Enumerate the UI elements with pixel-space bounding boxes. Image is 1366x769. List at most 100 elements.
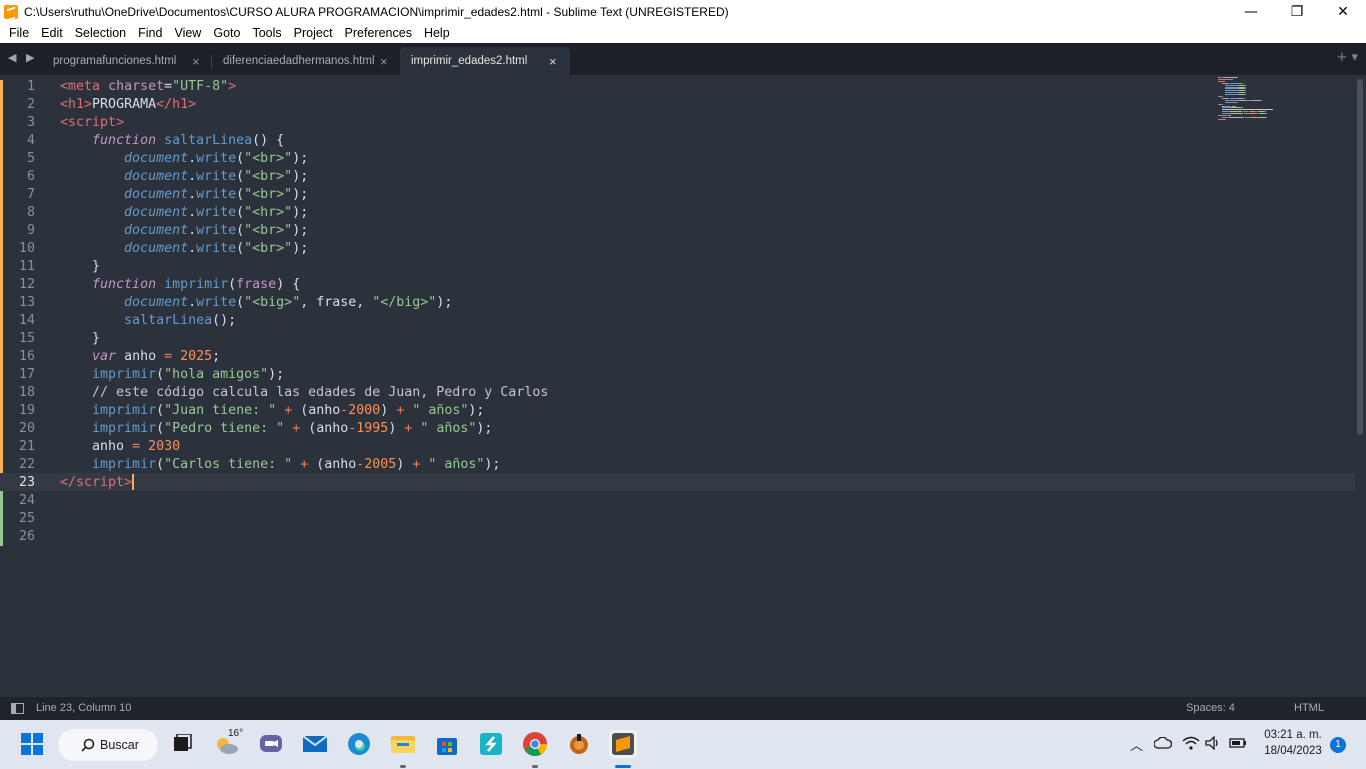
restore-button[interactable]: ❐ — [1274, 0, 1320, 23]
search-box[interactable]: Buscar — [58, 729, 158, 761]
menu-view[interactable]: View — [168, 26, 207, 40]
store-icon[interactable] — [433, 730, 461, 758]
minimap-line — [1229, 107, 1242, 109]
scrollbar-thumb[interactable] — [1357, 79, 1363, 435]
mail-icon[interactable] — [301, 730, 329, 758]
wifi-icon[interactable] — [1182, 736, 1200, 750]
menu-project[interactable]: Project — [288, 26, 339, 40]
code-line[interactable]: 16 var anho = 2025; — [0, 347, 1355, 365]
code-line[interactable]: 7 document.write("<br>"); — [0, 185, 1355, 203]
notification-badge[interactable]: 1 — [1330, 737, 1346, 753]
code-editor[interactable]: 1 <meta charset="UTF-8"> 2 <h1>PROGRAMA</h1… — [0, 75, 1366, 697]
weather-icon[interactable]: 16° — [213, 728, 245, 758]
menu-edit[interactable]: Edit — [35, 26, 69, 40]
chevron-up-icon[interactable]: ︿ — [1130, 735, 1143, 754]
code-line[interactable]: 25 — [0, 509, 1355, 527]
task-view-icon[interactable] — [167, 730, 195, 758]
minimap-line — [1221, 111, 1229, 113]
code-line[interactable]: 20 imprimir("Pedro tiene: " + (anho-1995… — [0, 419, 1355, 437]
chat-icon[interactable] — [257, 730, 285, 758]
code-line[interactable]: 21 anho = 2030 — [0, 437, 1355, 455]
code-line[interactable]: 5 document.write("<br>"); — [0, 149, 1355, 167]
code-line[interactable]: 14 saltarLinea(); — [0, 311, 1355, 329]
code-line[interactable]: 9 document.write("<br>"); — [0, 221, 1355, 239]
minimap-line — [1236, 77, 1238, 78]
clock-date[interactable]: 18/04/2023 — [1258, 745, 1328, 757]
menu-tools[interactable]: Tools — [246, 26, 287, 40]
code-text: function imprimir(frase) { — [60, 277, 300, 292]
minimap-line — [1244, 94, 1246, 96]
menu-file[interactable]: File — [3, 26, 35, 40]
code-token: document — [124, 240, 189, 256]
code-line[interactable]: 22 imprimir("Carlos tiene: " + (anho-200… — [0, 455, 1355, 473]
indentation-setting[interactable]: Spaces: 4 — [1186, 702, 1235, 714]
code-line[interactable]: 23 </script> — [0, 473, 1355, 491]
minimap-line — [1221, 82, 1229, 84]
menu-find[interactable]: Find — [132, 26, 168, 40]
active-app-indicator — [615, 765, 631, 768]
code-line[interactable]: 3 <script> — [0, 113, 1355, 131]
code-token: ( — [236, 150, 245, 166]
speaker-icon[interactable] — [1205, 736, 1221, 750]
code-line[interactable]: 2 <h1>PROGRAMA</h1> — [0, 95, 1355, 113]
clock-time[interactable]: 03:21 a. m. — [1258, 729, 1328, 741]
tab-close-icon[interactable]: × — [549, 54, 557, 69]
code-token: ( — [156, 402, 165, 418]
menu-preferences[interactable]: Preferences — [339, 26, 418, 40]
sublime-text-taskbar-icon[interactable] — [609, 730, 637, 758]
code-line[interactable]: 1 <meta charset="UTF-8"> — [0, 77, 1355, 95]
battery-icon[interactable] — [1229, 737, 1247, 749]
code-line[interactable]: 12 function imprimir(frase) { — [0, 275, 1355, 293]
code-line[interactable]: 17 imprimir("hola amigos"); — [0, 365, 1355, 383]
code-line[interactable]: 13 document.write("<big>", frase, "</big… — [0, 293, 1355, 311]
minimap-line — [1221, 113, 1229, 115]
code-line[interactable]: 11 } — [0, 257, 1355, 275]
start-icon[interactable] — [18, 730, 46, 758]
tab-close-icon[interactable]: × — [192, 54, 200, 69]
menu-help[interactable]: Help — [418, 26, 456, 40]
minimize-button[interactable]: — — [1228, 0, 1274, 23]
menu-goto[interactable]: Goto — [207, 26, 246, 40]
code-line[interactable]: 26 — [0, 527, 1355, 545]
minimap[interactable] — [1218, 77, 1280, 127]
code-token: " años" — [428, 456, 485, 472]
close-button[interactable]: ✕ — [1320, 0, 1366, 23]
menu-selection[interactable]: Selection — [69, 26, 132, 40]
toggle-sidebar-icon[interactable] — [11, 703, 24, 714]
line-number: 5 — [26, 150, 35, 166]
syntax-mode[interactable]: HTML — [1294, 702, 1324, 714]
chrome-icon[interactable] — [521, 730, 549, 758]
code-token: frase — [236, 276, 277, 292]
code-line[interactable]: 10 document.write("<br>"); — [0, 239, 1355, 257]
code-token: </ — [156, 96, 173, 112]
tab-close-icon[interactable]: × — [380, 54, 388, 69]
code-line[interactable]: 8 document.write("<hr>"); — [0, 203, 1355, 221]
code-line[interactable]: 24 — [0, 491, 1355, 509]
tab-imprimir-edades2[interactable]: imprimir_edades2.html × — [400, 47, 570, 75]
edge-icon[interactable] — [345, 730, 373, 758]
tab-programafunciones[interactable]: programafunciones.html × — [40, 47, 210, 75]
minimap-line — [1225, 92, 1233, 94]
minimap-line — [1225, 118, 1227, 120]
code-line[interactable]: 15 } — [0, 329, 1355, 347]
code-line[interactable]: 6 document.write("<br>"); — [0, 167, 1355, 185]
tab-diferenciaedadhermanos[interactable]: diferenciaedadhermanos.html × — [212, 47, 398, 75]
file-explorer-icon[interactable] — [389, 730, 417, 758]
app-s-icon[interactable] — [477, 730, 505, 758]
code-token: ( — [236, 186, 245, 202]
code-line[interactable]: 18 // este código calcula las edades de … — [0, 383, 1355, 401]
code-line[interactable]: 19 imprimir("Juan tiene: " + (anho-2000)… — [0, 401, 1355, 419]
minimap-line — [1221, 109, 1273, 111]
vertical-scrollbar[interactable] — [1355, 75, 1366, 697]
tab-navigation-arrows[interactable]: ◀ ▶ — [8, 51, 37, 64]
new-tab-icon[interactable]: + ▾ — [1336, 50, 1358, 65]
code-line[interactable]: 4 function saltarLinea() { — [0, 131, 1355, 149]
game-icon[interactable] — [565, 730, 593, 758]
line-number: 10 — [18, 240, 35, 256]
cloud-icon[interactable] — [1154, 737, 1172, 749]
